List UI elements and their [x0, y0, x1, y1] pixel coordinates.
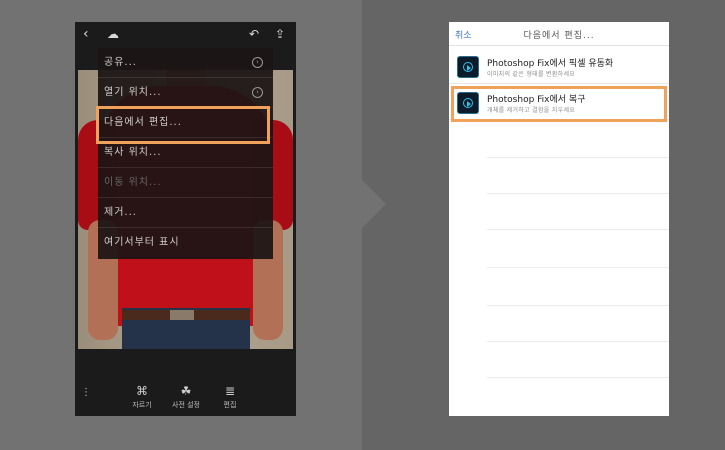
list-divider: [487, 229, 669, 230]
menu-item-open-in[interactable]: 열기 위치... ›: [98, 78, 273, 108]
menu-item-label: 공유...: [104, 57, 137, 68]
cloud-settings-icon[interactable]: ☁: [107, 26, 119, 42]
list-divider: [487, 341, 669, 342]
menu-item-move-to: 이동 위치...: [98, 168, 273, 198]
submenu-arrow-icon: ›: [252, 87, 263, 98]
context-menu: 공유... › 열기 위치... › 다음에서 편집... 복사 위치... 이…: [98, 48, 273, 259]
menu-item-remove[interactable]: 제거...: [98, 198, 273, 228]
lightroom-phone-screen: ‹ ☁ ↶ ⇪ 공유... › 열기 위치... › 다음에서 편집... 복사…: [75, 22, 296, 416]
list-divider: [487, 377, 669, 378]
list-divider: [487, 267, 669, 268]
app-subtitle: 이미지의 같은 형태를 변환하세요: [487, 71, 576, 78]
sliders-icon: ≣: [224, 384, 236, 398]
list-divider: [487, 193, 669, 194]
menu-item-label: 여기서부터 표시: [104, 237, 180, 248]
menu-item-label: 복사 위치...: [104, 147, 162, 158]
photoshop-fix-icon: [457, 56, 479, 78]
crop-icon: ⌘: [136, 384, 148, 398]
more-options-icon[interactable]: ⋮: [81, 388, 91, 398]
highlight-healing-row: [451, 86, 667, 122]
photo-buckle: [170, 310, 194, 320]
top-bar: ‹ ☁ ↶ ⇪: [75, 22, 296, 48]
edit-label: 편집: [223, 401, 237, 409]
menu-item-label: 열기 위치...: [104, 87, 162, 98]
app-title: Photoshop Fix에서 픽셀 유동화: [487, 59, 614, 69]
crop-tool[interactable]: ⌘ 자르기: [117, 384, 167, 410]
presets-tool[interactable]: ☘ 사전 설정: [161, 384, 211, 410]
menu-item-share[interactable]: 공유... ›: [98, 48, 273, 78]
submenu-arrow-icon: ›: [252, 57, 263, 68]
menu-item-label: 제거...: [104, 207, 137, 218]
menu-item-show-from-here[interactable]: 여기서부터 표시: [98, 228, 273, 258]
presets-icon: ☘: [180, 384, 192, 398]
edit-tool[interactable]: ≣ 편집: [205, 384, 255, 410]
transition-arrow: [362, 180, 386, 228]
undo-icon[interactable]: ↶: [249, 26, 259, 42]
app-row-liquify[interactable]: Photoshop Fix에서 픽셀 유동화 이미지의 같은 형태를 변환하세요: [449, 50, 669, 84]
list-divider: [487, 157, 669, 158]
chevron-left-icon[interactable]: ‹: [83, 26, 89, 42]
edit-in-sheet-screen: 취소 다음에서 편집... Photoshop Fix에서 픽셀 유동화 이미지…: [449, 22, 669, 416]
bottom-toolbar: ⋮ ⌘ 자르기 ☘ 사전 설정 ≣ 편집: [75, 378, 296, 416]
highlight-edit-in: [96, 106, 270, 144]
sheet-title: 다음에서 편집...: [523, 31, 595, 41]
presets-label: 사전 설정: [172, 401, 200, 409]
menu-item-label: 이동 위치...: [104, 177, 162, 188]
sheet-header: 취소 다음에서 편집...: [449, 22, 669, 46]
share-icon[interactable]: ⇪: [275, 26, 285, 42]
crop-label: 자르기: [132, 401, 152, 409]
list-divider: [487, 305, 669, 306]
